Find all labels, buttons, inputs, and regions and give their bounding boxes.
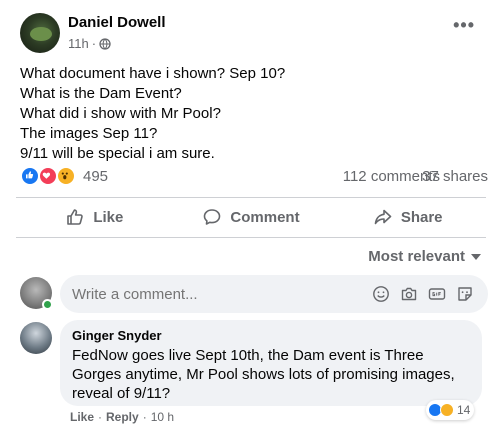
comment-button[interactable]: Comment [173,199,330,235]
share-button-label: Share [400,208,443,226]
like-button[interactable]: Like [16,199,173,235]
comment-sort-dropdown[interactable]: Most relevant [368,248,481,265]
comment-composer [20,275,488,313]
share-arrow-icon [374,209,392,225]
author-avatar[interactable] [20,13,60,53]
share-button[interactable]: Share [329,199,486,235]
post-text-line: What document have i shown? Sep 10? [20,65,286,82]
like-icon [20,166,40,186]
action-separator: · [142,410,147,424]
post-text-line: 9/11 will be special i am sure. [20,145,215,162]
action-separator: · [98,410,103,424]
post-stats: 495 112 comments 37 shares [20,165,488,187]
online-status-dot [42,299,53,310]
comment-icon [204,209,221,225]
care-icon [440,403,454,417]
reaction-icons[interactable] [20,166,80,186]
sticker-icon[interactable] [456,285,474,303]
comment-reaction-count: 14 [457,403,471,417]
post-text: What document have i shown? Sep 10? What… [20,64,480,164]
comment-author[interactable]: Ginger Snyder [72,328,470,344]
sort-label: Most relevant [368,248,465,265]
post-meta: 11h · [68,36,111,51]
comment-reply-link[interactable]: Reply [106,410,139,424]
comment-button-label: Comment [230,208,300,226]
post-time[interactable]: 11h [68,36,89,51]
globe-icon[interactable] [99,37,111,50]
reaction-count[interactable]: 495 [83,168,108,185]
like-button-label: Like [93,208,124,226]
emoji-icon[interactable] [372,285,390,303]
divider [16,197,486,198]
comment-actions: Like · Reply · 10 h [70,410,174,424]
wow-icon [56,166,76,186]
post-header: Daniel Dowell 11h · ••• [0,0,497,60]
camera-icon[interactable] [400,285,418,303]
shares-count[interactable]: 37 shares [422,168,488,185]
post-author-name[interactable]: Daniel Dowell [68,14,166,31]
divider [16,237,486,238]
comment-like-link[interactable]: Like [70,410,94,424]
gif-icon[interactable] [428,285,446,303]
post-text-line: The images Sep 11? [20,125,158,142]
comment-time[interactable]: 10 h [151,410,174,424]
comment-bubble: Ginger Snyder FedNow goes live Sept 10th… [60,320,482,406]
meta-separator: · [91,36,97,51]
more-options-icon[interactable]: ••• [453,16,475,34]
post-text-line: What did i show with Mr Pool? [20,105,221,122]
comment-text: FedNow goes live Sept 10th, the Dam even… [72,347,455,402]
caret-down-icon [471,253,481,260]
composer-icons [372,285,474,303]
comment-reactions[interactable]: 14 [426,400,475,420]
love-icon [38,166,58,186]
commenter-avatar[interactable] [20,322,52,354]
thumbs-up-icon [67,209,84,225]
post-text-line: What is the Dam Event? [20,85,182,102]
post-actions: Like Comment Share [16,199,486,235]
